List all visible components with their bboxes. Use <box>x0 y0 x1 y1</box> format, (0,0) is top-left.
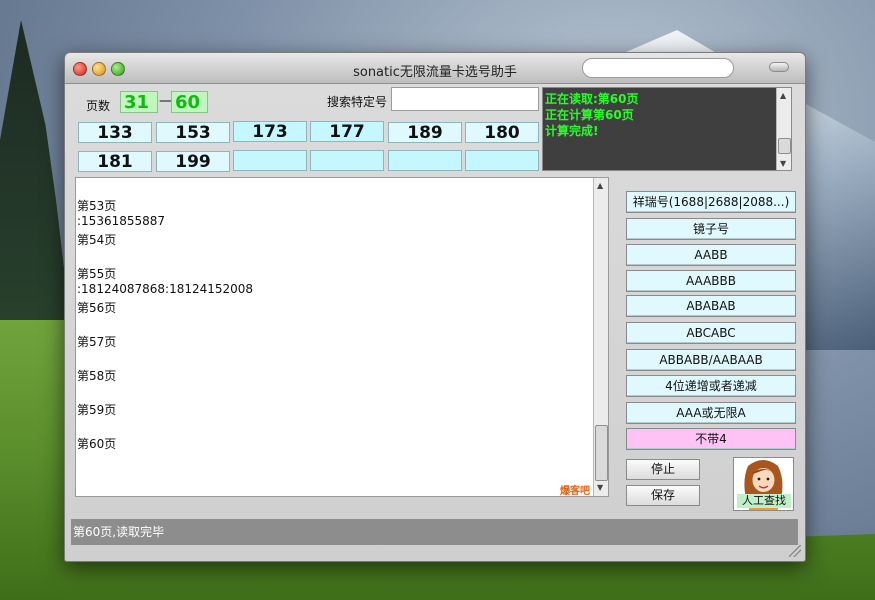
toolbar-toggle-icon[interactable] <box>769 62 789 72</box>
titlebar-search-field[interactable] <box>582 58 734 78</box>
scroll-down-arrow-icon[interactable]: ▼ <box>780 159 786 168</box>
pattern-button-mirror[interactable]: 镜子号 <box>626 218 796 240</box>
page-from-input[interactable]: 31 <box>120 91 158 113</box>
scroll-down-arrow-icon[interactable]: ▼ <box>597 483 603 492</box>
app-window: sonatic无限流量卡选号助手 页数 31 — 60 搜索特定号 133 15… <box>64 52 806 562</box>
pattern-button-abcabc[interactable]: ABCABC <box>626 322 796 344</box>
close-icon[interactable] <box>73 62 87 76</box>
log-line: 计算完成! <box>545 124 599 138</box>
pattern-button-aaabbb[interactable]: AAABBB <box>626 270 796 292</box>
result-line: 第54页 <box>77 233 117 247</box>
pattern-button-aabb[interactable]: AABB <box>626 244 796 266</box>
number-cell-4[interactable]: 177 <box>310 121 384 142</box>
number-cell-5[interactable]: 189 <box>388 122 462 143</box>
status-bar: 第60页,读取完毕 <box>71 519 798 545</box>
number-cell-3[interactable]: 173 <box>233 121 307 142</box>
results-scrollbar[interactable]: ▲ ▼ <box>593 178 608 496</box>
result-line: 第59页 <box>77 403 117 417</box>
save-button[interactable]: 保存 <box>626 485 700 506</box>
number-cell-7[interactable]: 181 <box>78 151 152 172</box>
pattern-button-abbabb[interactable]: ABBABB/AABAAB <box>626 349 796 371</box>
number-cell-9[interactable] <box>233 150 307 171</box>
title-bar[interactable]: sonatic无限流量卡选号助手 <box>65 53 805 84</box>
results-scroll-thumb[interactable] <box>595 425 608 481</box>
window-title: sonatic无限流量卡选号助手 <box>353 65 517 80</box>
minimize-icon[interactable] <box>92 62 106 76</box>
number-cell-8[interactable]: 199 <box>156 151 230 172</box>
resize-grip-icon[interactable] <box>789 545 801 557</box>
log-line: 正在读取:第60页 <box>545 92 639 106</box>
log-scroll-thumb[interactable] <box>778 138 791 154</box>
number-cell-2[interactable]: 153 <box>156 122 230 143</box>
pattern-button-lucky[interactable]: 祥瑞号(1688|2688|2088...) <box>626 191 796 213</box>
manual-search-label: 人工查找 <box>737 494 791 508</box>
number-cell-12[interactable] <box>465 150 539 171</box>
search-label: 搜索特定号 <box>327 95 388 109</box>
pages-label: 页数 <box>86 99 111 113</box>
result-line: :18124087868:18124152008 <box>77 282 254 296</box>
stop-button[interactable]: 停止 <box>626 459 700 480</box>
result-line: 第55页 <box>77 267 117 281</box>
result-line: 第56页 <box>77 301 117 315</box>
search-input[interactable] <box>391 87 539 111</box>
pattern-button-ababab[interactable]: ABABAB <box>626 295 796 317</box>
pattern-button-aaa[interactable]: AAA或无限A <box>626 402 796 424</box>
status-text: 第60页,读取完毕 <box>73 525 165 539</box>
result-line: :15361855887 <box>77 214 166 228</box>
scroll-up-arrow-icon[interactable]: ▲ <box>780 91 786 100</box>
number-cell-6[interactable]: 180 <box>465 122 539 143</box>
log-scrollbar[interactable]: ▲ ▼ <box>776 88 791 170</box>
number-cell-10[interactable] <box>310 150 384 171</box>
number-cell-1[interactable]: 133 <box>78 122 152 143</box>
zoom-icon[interactable] <box>111 62 125 76</box>
result-line: 第53页 <box>77 199 117 213</box>
number-cell-11[interactable] <box>388 150 462 171</box>
pattern-button-no-4[interactable]: 不带4 <box>626 428 796 450</box>
log-panel: 正在读取:第60页 正在计算第60页 计算完成! ▲ ▼ <box>542 87 792 171</box>
manual-search-button[interactable]: 人工查找 <box>733 457 794 511</box>
brand-watermark: 爆客吧 <box>560 486 590 497</box>
results-textarea[interactable]: 第53页 :15361855887 第54页 第55页 :18124087868… <box>75 177 609 497</box>
log-line: 正在计算第60页 <box>545 108 634 122</box>
scroll-up-arrow-icon[interactable]: ▲ <box>597 181 603 190</box>
result-line: 第57页 <box>77 335 117 349</box>
page-to-input[interactable]: 60 <box>171 91 208 113</box>
result-line: 第60页 <box>77 437 117 451</box>
result-line: 第58页 <box>77 369 117 383</box>
pattern-button-sequence[interactable]: 4位递增或者递减 <box>626 375 796 397</box>
